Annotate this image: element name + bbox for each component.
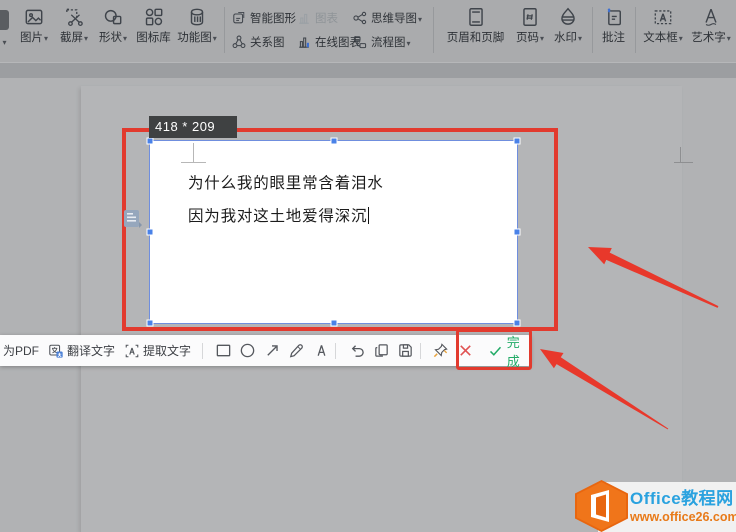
- flowchart-icon: [352, 34, 368, 50]
- translate-icon: [48, 343, 64, 359]
- rectangle-tool-icon: [215, 342, 232, 359]
- ribbon-label: 页眉和页脚: [447, 32, 506, 45]
- ribbon-label: 功能图▾: [177, 32, 217, 45]
- online-chart-icon: [296, 34, 312, 50]
- ribbon-button-page-number[interactable]: 页码▾: [510, 3, 550, 59]
- ellipse-tool-icon: [239, 342, 256, 359]
- undo-icon: [348, 342, 365, 359]
- ribbon-button-screenshot[interactable]: 截屏▾: [53, 3, 95, 59]
- screenshot-icon: [63, 6, 85, 28]
- toolbar-separator: [335, 343, 336, 359]
- extract-text-icon: [124, 343, 140, 359]
- ribbon-button-wordart[interactable]: 艺术字▾: [687, 3, 735, 59]
- save-button[interactable]: [393, 338, 417, 364]
- site-url: www.office26.com: [630, 510, 736, 524]
- text-tool-button[interactable]: [309, 338, 333, 364]
- ribbon-label: 图片▾: [20, 32, 48, 45]
- selection-size-label: 418 * 209: [149, 116, 237, 138]
- red-highlight-box: [456, 329, 532, 370]
- toolbar-separator: [202, 343, 203, 359]
- ribbon-button-mindmap[interactable]: 思维导图▾: [352, 8, 422, 28]
- ribbon-label: 图表: [315, 10, 338, 26]
- mindmap-icon: [352, 10, 368, 26]
- copy-icon: [373, 342, 390, 359]
- undo-button[interactable]: [344, 338, 368, 364]
- ribbon-separator: [635, 7, 636, 53]
- pin-icon: [432, 342, 449, 359]
- ribbon: ▾ 图片▾ 截屏▾ 形状▾: [0, 0, 736, 62]
- toolbar-separator: [420, 343, 421, 359]
- ribbon-button-function-diagram[interactable]: 功能图▾: [173, 3, 221, 59]
- watermark-icon: [557, 6, 579, 28]
- ribbon-button-smart-graphics[interactable]: 智能图形: [231, 8, 296, 28]
- extract-text-label: 提取文字: [143, 342, 191, 359]
- clipped-icon: [0, 10, 9, 30]
- save-as-pdf-button[interactable]: 为PDF: [3, 342, 39, 359]
- ribbon-button-shapes[interactable]: 形状▾: [92, 3, 134, 59]
- page-margin-mark: [673, 147, 693, 164]
- ribbon-label: 批注: [602, 32, 626, 45]
- save-as-pdf-label: 为PDF: [3, 342, 39, 359]
- site-name: Office教程网: [630, 484, 736, 509]
- picture-icon: [23, 6, 45, 28]
- ribbon-separator: [433, 7, 434, 53]
- text-tool-icon: [313, 342, 330, 359]
- relationship-diagram-icon: [231, 34, 247, 50]
- ribbon-label: 流程图▾: [371, 34, 411, 50]
- ribbon-label: 图标库: [136, 32, 172, 45]
- translate-label: 翻译文字: [67, 342, 115, 359]
- pen-tool-icon: [288, 342, 305, 359]
- copy-button[interactable]: [369, 338, 393, 364]
- ribbon-separator: [224, 7, 225, 53]
- wps-screen: ▾ 图片▾ 截屏▾ 形状▾: [0, 0, 736, 532]
- page-number-icon: [519, 6, 541, 28]
- watermark-text: Office教程网 www.office26.com: [630, 484, 736, 524]
- arrow-tool-icon: [264, 342, 281, 359]
- textbox-icon: [652, 6, 674, 28]
- ribbon-bottom-band: [0, 62, 736, 78]
- function-diagram-icon: [186, 6, 208, 28]
- site-watermark: Office教程网 www.office26.com: [570, 480, 736, 532]
- ribbon-label: 艺术字▾: [691, 32, 731, 45]
- ribbon-label: 智能图形: [250, 10, 296, 26]
- office-logo-icon: [575, 480, 628, 532]
- capture-toolbar: 为PDF 翻译文字 提取文字: [0, 335, 531, 366]
- pin-button[interactable]: [429, 338, 453, 364]
- ribbon-label: 关系图: [250, 34, 285, 50]
- ribbon-button-watermark[interactable]: 水印▾: [548, 3, 588, 59]
- ribbon-button-chart: 图表: [296, 8, 338, 28]
- wordart-icon: [700, 6, 722, 28]
- rectangle-tool-button[interactable]: [211, 338, 235, 364]
- arrow-tool-button[interactable]: [260, 338, 284, 364]
- ribbon-button-textbox[interactable]: 文本框▾: [639, 3, 687, 59]
- ribbon-label: 形状▾: [99, 32, 127, 45]
- ribbon-label: 截屏▾: [60, 32, 88, 45]
- ribbon-label: 思维导图▾: [371, 10, 422, 26]
- red-rectangle-annotation: [122, 128, 558, 331]
- smart-graphics-icon: [231, 10, 247, 26]
- save-icon: [397, 342, 414, 359]
- chart-icon: [296, 10, 312, 26]
- ribbon-button-picture[interactable]: 图片▾: [13, 3, 55, 59]
- shapes-icon: [102, 6, 124, 28]
- translate-text-button[interactable]: 翻译文字: [48, 342, 115, 359]
- ribbon-label: 页码▾: [516, 32, 544, 45]
- clipped-ribbon-button[interactable]: ▾: [0, 10, 9, 50]
- ribbon-button-flowchart[interactable]: 流程图▾: [352, 32, 411, 52]
- ribbon-button-relationship-diagram[interactable]: 关系图: [231, 32, 285, 52]
- ribbon-label: 文本框▾: [643, 32, 683, 45]
- ribbon-button-header-footer[interactable]: 页眉和页脚: [441, 3, 511, 59]
- document-options-icon[interactable]: [123, 209, 142, 229]
- ribbon-separator: [592, 7, 593, 53]
- ribbon-button-comment[interactable]: 批注: [596, 3, 632, 59]
- chevron-down-icon: ▾: [0, 38, 9, 47]
- ribbon-label: 水印▾: [554, 32, 582, 45]
- extract-text-button[interactable]: 提取文字: [124, 342, 191, 359]
- comment-icon: [603, 6, 625, 28]
- icon-library-icon: [143, 6, 165, 28]
- header-footer-icon: [465, 6, 487, 28]
- ribbon-button-icon-library[interactable]: 图标库: [131, 3, 177, 59]
- pen-tool-button[interactable]: [284, 338, 308, 364]
- ellipse-tool-button[interactable]: [235, 338, 259, 364]
